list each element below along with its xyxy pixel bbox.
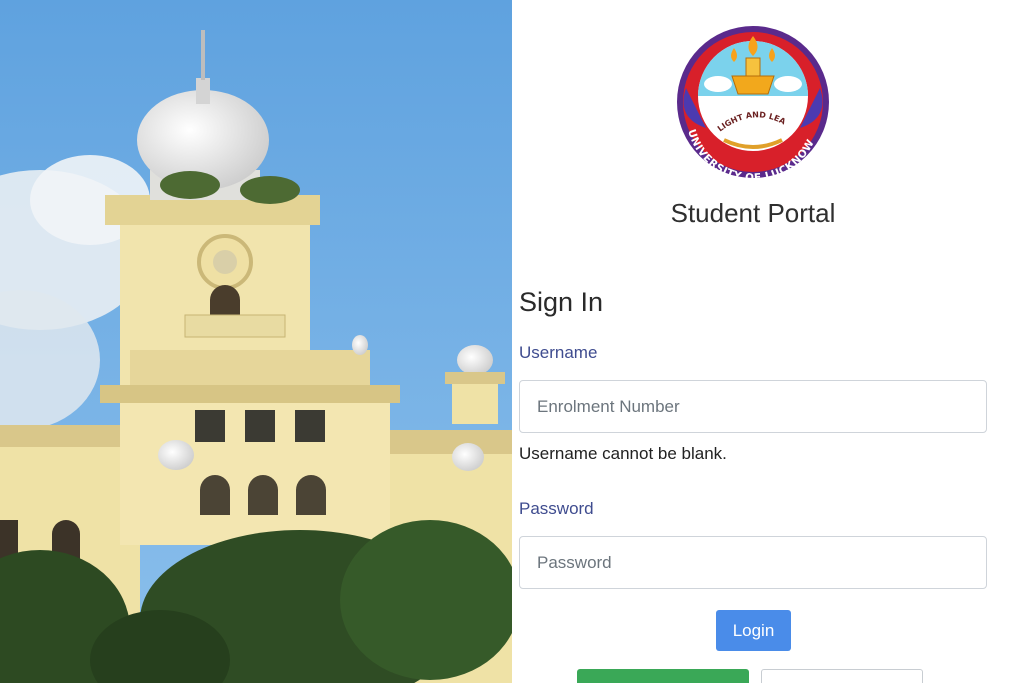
university-logo: LIGHT AND LEARNING UNIVERSITY OF LUCKNOW — [658, 14, 829, 184]
campus-photo — [0, 0, 512, 683]
forgot-password-button[interactable] — [761, 669, 923, 683]
password-label: Password — [519, 499, 594, 518]
password-input[interactable] — [519, 536, 987, 589]
username-error-message: Username cannot be blank. — [519, 444, 727, 463]
username-label: Username — [519, 343, 598, 362]
register-button[interactable] — [577, 669, 749, 683]
login-button[interactable]: Login — [716, 610, 791, 651]
login-panel: LIGHT AND LEARNING UNIVERSITY OF LUCKNOW… — [512, 0, 1024, 683]
portal-title: Student Portal — [670, 198, 836, 228]
sign-in-heading: Sign In — [519, 287, 604, 317]
username-input[interactable] — [519, 380, 987, 433]
